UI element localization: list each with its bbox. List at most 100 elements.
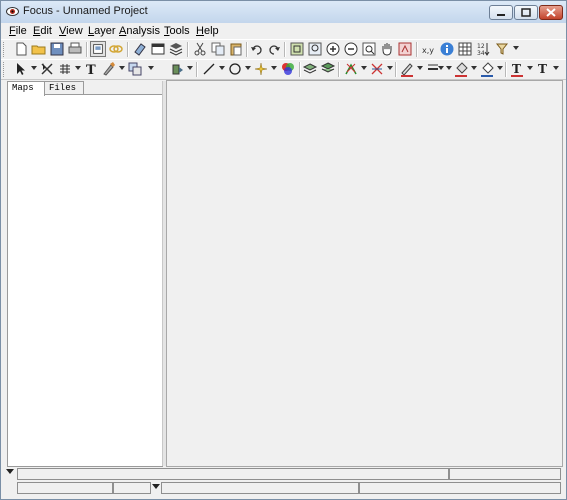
outline-bucket-icon[interactable] xyxy=(479,61,495,77)
coordinates-xy-icon[interactable]: x,y xyxy=(421,41,437,57)
split-feature-icon[interactable] xyxy=(369,61,385,77)
close-button[interactable] xyxy=(539,5,563,20)
status-message-field xyxy=(17,468,449,480)
zoom-in-icon[interactable] xyxy=(325,41,341,57)
zoom-extent-icon[interactable] xyxy=(289,41,305,57)
undo-icon[interactable] xyxy=(249,41,265,57)
status-coordinate-y-field xyxy=(161,482,359,494)
brush-style-icon[interactable] xyxy=(101,61,117,77)
status-coordinate-x-field xyxy=(17,482,113,494)
toolbar-separator xyxy=(284,42,286,57)
drawing-toolbar: T T T xyxy=(1,59,566,80)
map-layout-icon[interactable] xyxy=(90,41,106,57)
pen-color-icon[interactable] xyxy=(399,61,415,77)
minimize-button[interactable] xyxy=(489,5,513,20)
zoom-out-icon[interactable] xyxy=(343,41,359,57)
info-icon[interactable] xyxy=(439,41,455,57)
fill-bucket-icon[interactable] xyxy=(453,61,469,77)
fill-bucket-dropdown-arrow[interactable] xyxy=(471,66,477,70)
font-color-icon[interactable]: T xyxy=(509,61,525,77)
ellipse-dropdown-arrow[interactable] xyxy=(245,66,251,70)
layer-stack-icon[interactable] xyxy=(302,61,318,77)
line-tool-icon[interactable] xyxy=(201,61,217,77)
toolbar-grip[interactable] xyxy=(3,42,7,57)
ellipse-tool-icon[interactable] xyxy=(227,61,243,77)
svg-text:T: T xyxy=(86,63,96,77)
tab-maps[interactable]: Maps xyxy=(7,81,45,96)
sparkle-dropdown-arrow[interactable] xyxy=(271,66,277,70)
map-canvas[interactable] xyxy=(166,80,563,467)
toolbar-separator xyxy=(86,42,88,57)
zoom-window-icon[interactable] xyxy=(307,41,323,57)
menu-help[interactable]: Help xyxy=(196,25,219,37)
main-toolbar: x,y 12 34 xyxy=(1,39,566,60)
color-wheel-icon[interactable] xyxy=(280,61,296,77)
status-dropdown-arrow-icon[interactable] xyxy=(6,469,14,475)
brush-dropdown-arrow[interactable] xyxy=(119,66,125,70)
grid-dropdown-arrow[interactable] xyxy=(75,66,81,70)
fill-dropdown-arrow[interactable] xyxy=(187,66,193,70)
status-bar xyxy=(1,467,566,499)
menu-file[interactable]: File xyxy=(9,25,27,37)
query-dropdown-arrow[interactable] xyxy=(513,46,519,50)
layers-icon[interactable] xyxy=(168,41,184,57)
toolbar-separator xyxy=(338,62,340,77)
link-icon[interactable] xyxy=(108,41,124,57)
font-style-dropdown-arrow[interactable] xyxy=(553,66,559,70)
open-folder-icon[interactable] xyxy=(31,41,47,57)
grid-icon[interactable] xyxy=(57,61,73,77)
menu-edit[interactable]: Edit xyxy=(33,25,52,37)
maps-tree-panel[interactable] xyxy=(7,94,163,467)
scale-dropdown-arrow-icon[interactable] xyxy=(152,484,160,490)
maximize-icon xyxy=(521,8,531,17)
zoom-select-icon[interactable] xyxy=(361,41,377,57)
cut-icon[interactable] xyxy=(192,41,208,57)
sort-numeric-icon[interactable]: 1234 xyxy=(475,41,491,57)
split-dropdown-arrow[interactable] xyxy=(387,66,393,70)
toolbar-grip[interactable] xyxy=(3,62,7,77)
query-builder-icon[interactable] xyxy=(494,41,510,57)
new-file-icon[interactable] xyxy=(13,41,29,57)
symbol-dropdown-arrow[interactable] xyxy=(148,66,154,70)
pan-hand-icon[interactable] xyxy=(379,41,395,57)
select-dropdown-arrow[interactable] xyxy=(31,66,37,70)
toolbar-separator xyxy=(246,42,248,57)
maximize-button[interactable] xyxy=(514,5,538,20)
font-style-icon[interactable]: T xyxy=(535,61,551,77)
title-bar[interactable]: Focus - Unnamed Project xyxy=(1,1,566,24)
line-dropdown-arrow[interactable] xyxy=(219,66,225,70)
app-window: Focus - Unnamed Project File Edit View L… xyxy=(0,0,567,500)
symbol-style-icon[interactable] xyxy=(127,61,143,77)
menu-view[interactable]: View xyxy=(59,25,83,37)
eraser-icon[interactable] xyxy=(132,41,148,57)
vertex-edit-icon[interactable] xyxy=(343,61,359,77)
fill-color-icon[interactable] xyxy=(169,61,185,77)
vertex-dropdown-arrow[interactable] xyxy=(361,66,367,70)
window-icon[interactable] xyxy=(150,41,166,57)
copy-icon[interactable] xyxy=(210,41,226,57)
save-icon[interactable] xyxy=(49,41,65,57)
paste-icon[interactable] xyxy=(228,41,244,57)
print-icon[interactable] xyxy=(67,41,83,57)
menu-tools[interactable]: Tools xyxy=(164,25,190,37)
menu-analysis[interactable]: Analysis xyxy=(119,25,160,37)
status-scale-field[interactable] xyxy=(113,482,151,494)
line-style-dropdown-arrow[interactable] xyxy=(446,66,452,70)
line-width-dropdown-arrow[interactable] xyxy=(438,66,444,70)
attribute-table-icon[interactable] xyxy=(457,41,473,57)
outline-dropdown-arrow[interactable] xyxy=(497,66,503,70)
refresh-map-icon[interactable] xyxy=(397,41,413,57)
sparkle-symbol-icon[interactable] xyxy=(253,61,269,77)
select-arrow-icon[interactable] xyxy=(13,61,29,77)
redo-icon[interactable] xyxy=(266,41,282,57)
node-edit-icon[interactable] xyxy=(39,61,55,77)
pen-dropdown-arrow[interactable] xyxy=(417,66,423,70)
toolbar-separator xyxy=(395,62,397,77)
text-tool-icon[interactable]: T xyxy=(83,61,99,77)
eye-app-icon xyxy=(6,7,19,16)
font-color-dropdown-arrow[interactable] xyxy=(527,66,533,70)
menu-layer[interactable]: Layer xyxy=(88,25,116,37)
toolbar-separator xyxy=(127,42,129,57)
tab-files[interactable]: Files xyxy=(44,81,84,95)
layer-group-icon[interactable] xyxy=(320,61,336,77)
